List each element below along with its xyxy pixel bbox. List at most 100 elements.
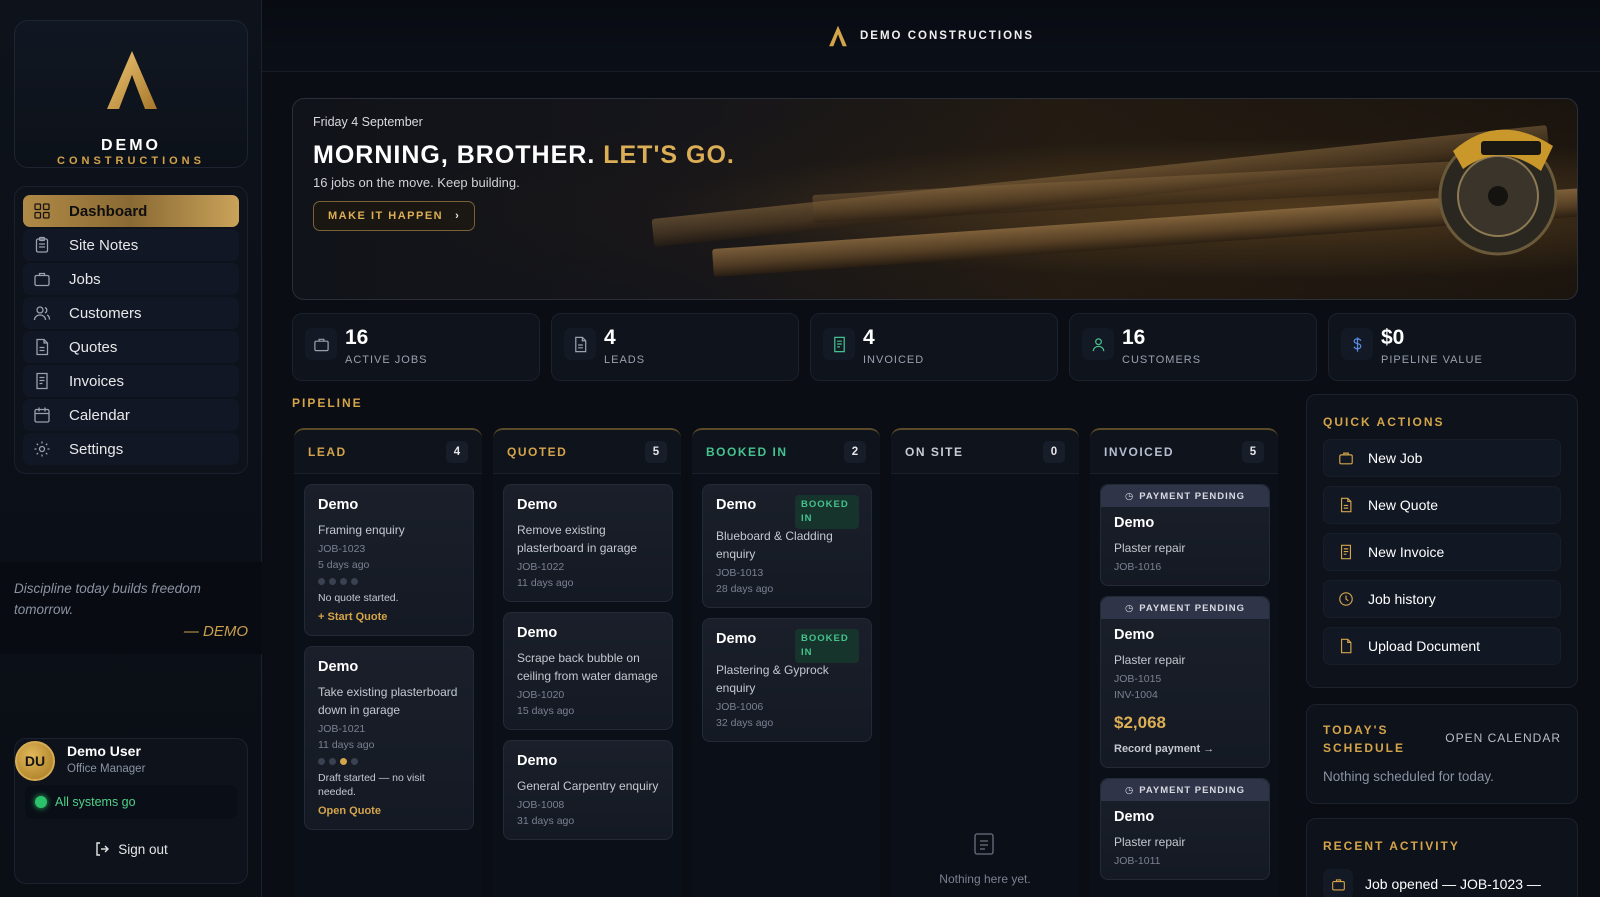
topbar-brand-text: DEMO CONSTRUCTIONS	[860, 29, 1034, 42]
quick-action-new-invoice[interactable]: New Invoice	[1323, 533, 1561, 571]
quick-actions-panel: QUICK ACTIONS New Job New Quote New Invo…	[1306, 394, 1578, 688]
gear-icon	[33, 440, 51, 458]
job-card[interactable]: Demo Framing enquiry JOB-1023 5 days ago No …	[304, 484, 474, 636]
quick-action-upload-document[interactable]: Upload Document	[1323, 627, 1561, 665]
sidebar-item-dashboard[interactable]: Dashboard	[23, 195, 239, 227]
payment-pending-text: PAYMENT PENDING	[1139, 784, 1246, 796]
pipeline-column-booked-in: BOOKED IN 2 Demo BOOKED IN Blueboard & Cla…	[692, 428, 880, 897]
user-name: Demo User	[67, 743, 141, 759]
briefcase-icon	[1338, 450, 1368, 466]
card-title: Demo	[318, 659, 359, 675]
job-card[interactable]: Demo Take existing plasterboard down in g…	[304, 646, 474, 830]
recent-activity-title: RECENT ACTIVITY	[1323, 839, 1460, 853]
status-badge: BOOKED IN	[795, 629, 859, 663]
document-icon	[33, 338, 51, 356]
quick-action-label: New Quote	[1368, 497, 1439, 513]
card-age: 15 days ago	[517, 705, 575, 717]
column-count-badge: 2	[844, 440, 866, 463]
stat-card-leads[interactable]: 4 LEADS	[551, 313, 799, 381]
job-card[interactable]: ◷ PAYMENT PENDING Demo Plaster repair JOB-10…	[1100, 778, 1270, 880]
logo-mark-icon	[107, 51, 157, 109]
clock-icon: ◷	[1124, 602, 1135, 614]
card-job-number: JOB-1020	[517, 689, 565, 701]
system-status-text: All systems go	[55, 795, 136, 809]
column-empty-text: Nothing here yet.	[939, 872, 1031, 886]
quote-author: — DEMO	[183, 623, 248, 640]
card-title: Demo	[318, 497, 359, 513]
sidebar-item-jobs[interactable]: Jobs	[23, 263, 239, 295]
users-icon	[33, 304, 51, 322]
briefcase-icon	[305, 328, 337, 360]
avatar[interactable]: DU	[15, 741, 55, 781]
card-description: Remove existing plasterboard in garage	[517, 523, 638, 555]
make-it-happen-button[interactable]: MAKE IT HAPPEN ›	[313, 201, 476, 231]
job-card[interactable]: Demo BOOKED IN Plastering & Gyprock enquir…	[702, 618, 872, 742]
column-count-badge: 4	[446, 440, 468, 463]
job-card[interactable]: Demo Remove existing plasterboard in gara…	[503, 484, 673, 602]
receipt-icon	[33, 372, 51, 390]
stat-card-customers[interactable]: 16 CUSTOMERS	[1069, 313, 1317, 381]
card-description: Framing enquiry	[318, 523, 405, 537]
card-job-number: JOB-1008	[517, 799, 565, 811]
clock-icon: ◷	[1124, 784, 1135, 796]
card-action-link[interactable]: + Start Quote	[318, 611, 460, 623]
schedule-title: TODAY'S SCHEDULE	[1323, 723, 1406, 755]
upload-document-icon	[1338, 638, 1368, 654]
column-title: INVOICED	[1104, 444, 1175, 459]
stat-value: 4	[863, 326, 875, 349]
payment-pending-banner: ◷ PAYMENT PENDING	[1101, 779, 1269, 801]
job-card[interactable]: Demo Scrape back bubble on ceiling from w…	[503, 612, 673, 730]
brand-logo[interactable]: DEMO CONSTRUCTIONS	[14, 20, 248, 168]
sidebar-item-label: Jobs	[69, 270, 101, 288]
sidebar-item-customers[interactable]: Customers	[23, 297, 239, 329]
open-calendar-link[interactable]: OPEN CALENDAR	[1445, 731, 1561, 745]
stat-value: $0	[1381, 326, 1405, 349]
job-card[interactable]: Demo BOOKED IN Blueboard & Cladding enquir…	[702, 484, 872, 608]
quick-action-new-job[interactable]: New Job	[1323, 439, 1561, 477]
briefcase-icon	[1323, 869, 1353, 897]
circular-saw-icon	[1438, 129, 1558, 256]
column-header: QUOTED 5	[493, 428, 681, 474]
job-card[interactable]: ◷ PAYMENT PENDING Demo Plaster repair JOB-10…	[1100, 596, 1270, 768]
sidebar-item-calendar[interactable]: Calendar	[23, 399, 239, 431]
payment-pending-banner: ◷ PAYMENT PENDING	[1101, 597, 1269, 619]
card-description: Scrape back bubble on ceiling from water…	[517, 651, 658, 683]
card-job-number: JOB-1021	[318, 723, 366, 735]
stat-card-pipeline-value[interactable]: $0 PIPELINE VALUE	[1328, 313, 1576, 381]
quick-action-label: New Invoice	[1368, 544, 1445, 560]
brand-subtitle: CONSTRUCTIONS	[57, 155, 205, 167]
quick-action-new-quote[interactable]: New Quote	[1323, 486, 1561, 524]
card-title: Demo	[517, 753, 558, 769]
stat-label: ACTIVE JOBS	[345, 354, 428, 366]
sidebar-item-settings[interactable]: Settings	[23, 433, 239, 465]
activity-text: Job opened — JOB-1023 —	[1365, 876, 1541, 892]
job-card[interactable]: ◷ PAYMENT PENDING Demo Plaster repair JOB-10…	[1100, 484, 1270, 586]
sidebar-item-label: Invoices	[69, 372, 125, 390]
sign-out-button[interactable]: Sign out	[25, 827, 237, 871]
card-job-number: JOB-1015	[1114, 673, 1162, 685]
column-title: QUOTED	[507, 444, 568, 459]
sidebar-item-site-notes[interactable]: Site Notes	[23, 229, 239, 261]
sidebar-item-quotes[interactable]: Quotes	[23, 331, 239, 363]
activity-item[interactable]: Job opened — JOB-1023 —	[1323, 869, 1541, 897]
card-age: 11 days ago	[318, 739, 375, 751]
quick-action-job-history[interactable]: Job history	[1323, 580, 1561, 618]
quick-action-label: Upload Document	[1368, 638, 1481, 654]
card-action-link[interactable]: Open Quote	[318, 805, 460, 817]
stat-card-active-jobs[interactable]: 16 ACTIVE JOBS	[292, 313, 540, 381]
column-header: INVOICED 5	[1090, 428, 1278, 474]
empty-list-icon	[974, 833, 994, 855]
record-payment-link[interactable]: Record payment →	[1114, 743, 1256, 755]
receipt-icon	[823, 328, 855, 360]
stat-card-invoiced[interactable]: 4 INVOICED	[810, 313, 1058, 381]
stat-label: PIPELINE VALUE	[1381, 354, 1483, 366]
sign-out-label: Sign out	[118, 841, 168, 857]
sidebar-item-label: Customers	[69, 304, 142, 322]
document-icon	[1338, 497, 1368, 513]
briefcase-icon	[33, 270, 51, 288]
job-card[interactable]: Demo General Carpentry enquiry JOB-1008 31 …	[503, 740, 673, 840]
card-age: 28 days ago	[716, 583, 774, 595]
grid-icon	[33, 202, 51, 220]
sidebar-item-invoices[interactable]: Invoices	[23, 365, 239, 397]
user-card: DU Demo User Office Manager All systems …	[14, 738, 248, 884]
